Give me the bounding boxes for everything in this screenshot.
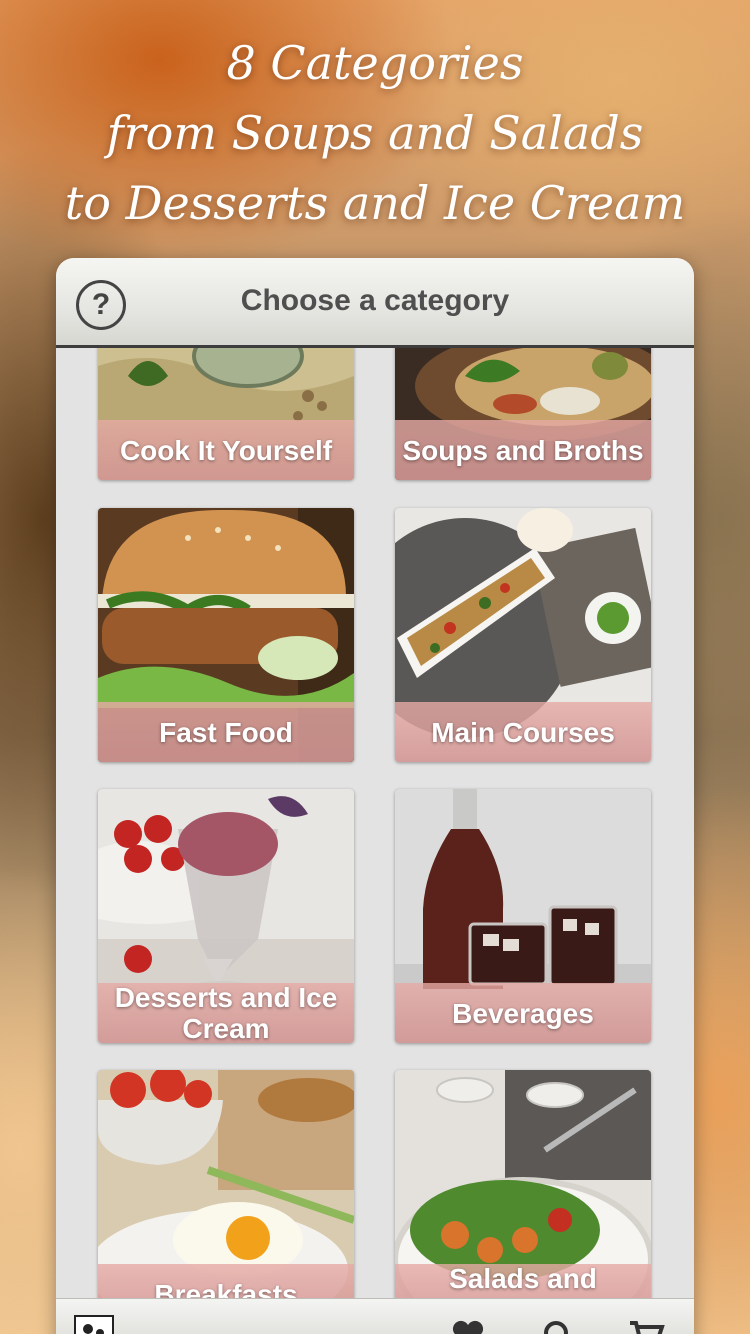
category-tile-soups-and-broths[interactable]: Soups and Broths [395, 348, 651, 480]
promo-headline: 8 Categories from Soups and Salads to De… [0, 28, 750, 238]
category-label: Salads and Starters [449, 1263, 597, 1298]
app-logo-icon[interactable] [74, 1315, 114, 1334]
headline-line-2: from Soups and Salads [106, 106, 644, 160]
heart-icon[interactable] [448, 1319, 488, 1334]
bottom-tab-bar [56, 1298, 694, 1334]
category-label: Fast Food [159, 716, 293, 748]
category-label: Cook It Yourself [119, 434, 333, 466]
category-label: Soups and Broths [402, 434, 644, 466]
category-label: Desserts and Ice Cream [114, 982, 338, 1043]
category-label: Main Courses [431, 716, 615, 748]
category-grid: Cook It Yourself Soups and Broths Fast F… [56, 348, 694, 1298]
category-label: Beverages [452, 997, 594, 1029]
category-tile-fast-food[interactable]: Fast Food [98, 508, 354, 762]
category-tile-breakfasts[interactable]: Breakfasts [98, 1070, 354, 1298]
headline-line-1: 8 Categories [226, 36, 524, 90]
headline-line-3: to Desserts and Ice Cream [64, 176, 686, 230]
category-label: Breakfasts [154, 1278, 298, 1299]
app-panel: ? Choose a category Cook It Yourself Sou… [56, 258, 694, 1334]
search-icon[interactable] [538, 1319, 578, 1334]
category-tile-cook-it-yourself[interactable]: Cook It Yourself [98, 348, 354, 480]
category-tile-main-courses[interactable]: Main Courses [395, 508, 651, 762]
category-tile-desserts-and-ice-cream[interactable]: Desserts and Ice Cream [98, 789, 354, 1043]
panel-header: ? Choose a category [56, 258, 694, 348]
category-tile-beverages[interactable]: Beverages [395, 789, 651, 1043]
category-tile-salads-and-starters[interactable]: Salads and Starters [395, 1070, 651, 1298]
page-title: Choose a category [240, 284, 510, 317]
cart-icon[interactable] [626, 1319, 666, 1334]
